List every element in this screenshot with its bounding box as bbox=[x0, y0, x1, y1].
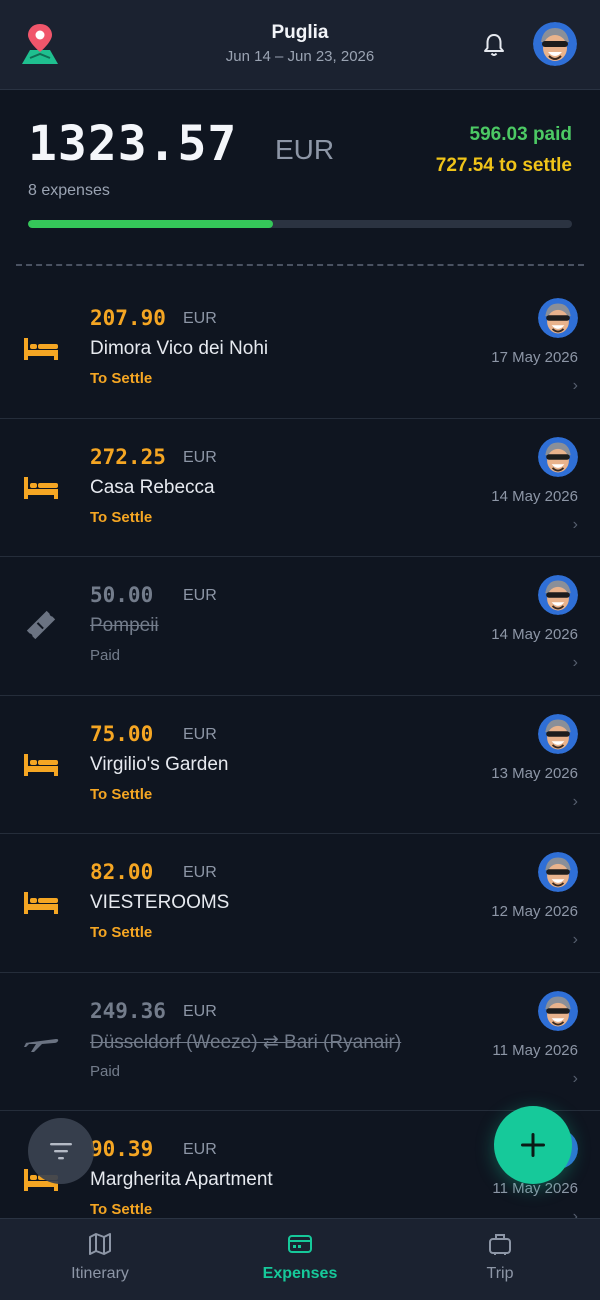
expense-amount: 90.39 bbox=[90, 1137, 154, 1161]
expense-name: VIESTEROOMS bbox=[90, 892, 230, 913]
expense-name: Pompeii bbox=[90, 615, 159, 636]
trip-header: Puglia Jun 14 – Jun 23, 2026 bbox=[150, 22, 450, 65]
expense-name: Virgilio's Garden bbox=[90, 753, 229, 775]
chevron-right-icon: › bbox=[572, 1208, 578, 1218]
nav-label: Trip bbox=[486, 1265, 514, 1282]
expense-row[interactable]: 82.00 EUR VIESTEROOMS To Settle 12 May 2… bbox=[0, 834, 600, 973]
payer-avatar bbox=[538, 852, 578, 892]
add-expense-button[interactable] bbox=[494, 1106, 572, 1184]
app-header: Puglia Jun 14 – Jun 23, 2026 bbox=[0, 0, 600, 90]
divider bbox=[16, 264, 584, 266]
user-avatar[interactable] bbox=[533, 22, 577, 66]
expense-amount: 82.00 bbox=[90, 860, 154, 884]
expense-status: Paid bbox=[90, 647, 121, 664]
bottom-navigation: Itinerary Expenses Trip bbox=[0, 1218, 600, 1300]
payer-avatar bbox=[538, 714, 578, 754]
expense-date: 14 May 2026 bbox=[491, 487, 578, 505]
credit-card-icon bbox=[288, 1235, 312, 1253]
suitcase-icon bbox=[489, 1234, 511, 1255]
expense-date: 13 May 2026 bbox=[491, 764, 578, 782]
ticket-icon bbox=[22, 609, 60, 641]
expense-currency: EUR bbox=[183, 448, 217, 466]
expense-amount: 75.00 bbox=[90, 721, 154, 746]
chevron-right-icon: › bbox=[572, 792, 578, 810]
bed-icon bbox=[22, 471, 60, 503]
expense-status: To Settle bbox=[90, 924, 153, 941]
expense-currency: EUR bbox=[183, 310, 217, 327]
map-pin-logo-icon[interactable] bbox=[20, 22, 60, 66]
filter-button[interactable] bbox=[28, 1118, 94, 1184]
total-amount: 1323.57 bbox=[28, 116, 238, 172]
expense-amount: 207.90 bbox=[90, 306, 166, 330]
chevron-right-icon: › bbox=[572, 654, 578, 671]
expense-date: 17 May 2026 bbox=[491, 349, 578, 366]
expense-name: Casa Rebecca bbox=[90, 476, 215, 498]
expense-date: 14 May 2026 bbox=[491, 626, 578, 643]
expense-date: 12 May 2026 bbox=[491, 903, 578, 920]
payer-avatar bbox=[538, 575, 578, 615]
expense-list: 207.90 EUR Dimora Vico dei Nohi To Settl… bbox=[0, 280, 600, 1218]
payer-avatar bbox=[538, 298, 578, 338]
plane-icon bbox=[22, 1025, 60, 1057]
total-currency: EUR bbox=[275, 134, 335, 165]
expense-currency: EUR bbox=[183, 1002, 217, 1020]
chevron-right-icon: › bbox=[572, 931, 578, 948]
nav-trip[interactable]: Trip bbox=[420, 1231, 580, 1283]
expense-name: Dimora Vico dei Nohi bbox=[90, 338, 269, 359]
payer-avatar bbox=[538, 437, 578, 477]
paid-total: 596.03 paid bbox=[469, 124, 572, 145]
chevron-right-icon: › bbox=[572, 515, 578, 533]
expense-status: Paid bbox=[90, 1062, 121, 1080]
filter-icon bbox=[50, 1143, 72, 1160]
nav-label: Expenses bbox=[262, 1265, 338, 1282]
bed-icon bbox=[22, 886, 60, 918]
to-settle-total: 727.54 to settle bbox=[435, 155, 572, 176]
map-icon bbox=[89, 1233, 111, 1255]
chevron-right-icon: › bbox=[572, 377, 578, 394]
chevron-right-icon: › bbox=[572, 1069, 578, 1087]
bed-icon bbox=[22, 332, 60, 364]
expense-status: To Settle bbox=[90, 1201, 153, 1218]
nav-itinerary[interactable]: Itinerary bbox=[20, 1231, 180, 1283]
expense-row[interactable]: 272.25 EUR Casa Rebecca To Settle 14 May… bbox=[0, 419, 600, 557]
expense-name: Düsseldorf (Weeze) ⇄ Bari (Ryanair) bbox=[90, 1031, 402, 1053]
nav-expenses[interactable]: Expenses bbox=[220, 1231, 380, 1283]
bell-icon[interactable] bbox=[481, 32, 507, 58]
expense-row[interactable]: 249.36 EUR Düsseldorf (Weeze) ⇄ Bari (Ry… bbox=[0, 973, 600, 1111]
expense-currency: EUR bbox=[183, 864, 217, 881]
payer-avatar bbox=[538, 991, 578, 1031]
expense-date: 11 May 2026 bbox=[492, 1041, 578, 1059]
expense-row[interactable]: 50.00 EUR Pompeii Paid 14 May 2026 › bbox=[0, 557, 600, 696]
settlement-progress-fill bbox=[28, 220, 273, 228]
expense-amount: 249.36 bbox=[90, 998, 166, 1023]
settlement-progress-bar bbox=[28, 220, 572, 228]
expense-status: To Settle bbox=[90, 508, 153, 526]
trip-title: Puglia bbox=[271, 22, 329, 43]
expense-name: Margherita Apartment bbox=[90, 1169, 273, 1190]
expense-row[interactable]: 207.90 EUR Dimora Vico dei Nohi To Settl… bbox=[0, 280, 600, 419]
expense-amount: 272.25 bbox=[90, 444, 166, 469]
expense-currency: EUR bbox=[183, 1141, 217, 1158]
trip-dates: Jun 14 – Jun 23, 2026 bbox=[225, 48, 375, 65]
bed-icon bbox=[22, 748, 60, 780]
expense-currency: EUR bbox=[183, 725, 217, 743]
plus-icon bbox=[521, 1133, 545, 1157]
expense-status: To Settle bbox=[90, 785, 153, 803]
expense-amount: 50.00 bbox=[90, 583, 154, 607]
expense-row[interactable]: 75.00 EUR Virgilio's Garden To Settle 13… bbox=[0, 696, 600, 834]
expense-status: To Settle bbox=[90, 370, 153, 387]
nav-label: Itinerary bbox=[71, 1265, 129, 1282]
expense-count: 8 expenses bbox=[28, 182, 110, 199]
expense-currency: EUR bbox=[183, 587, 217, 604]
